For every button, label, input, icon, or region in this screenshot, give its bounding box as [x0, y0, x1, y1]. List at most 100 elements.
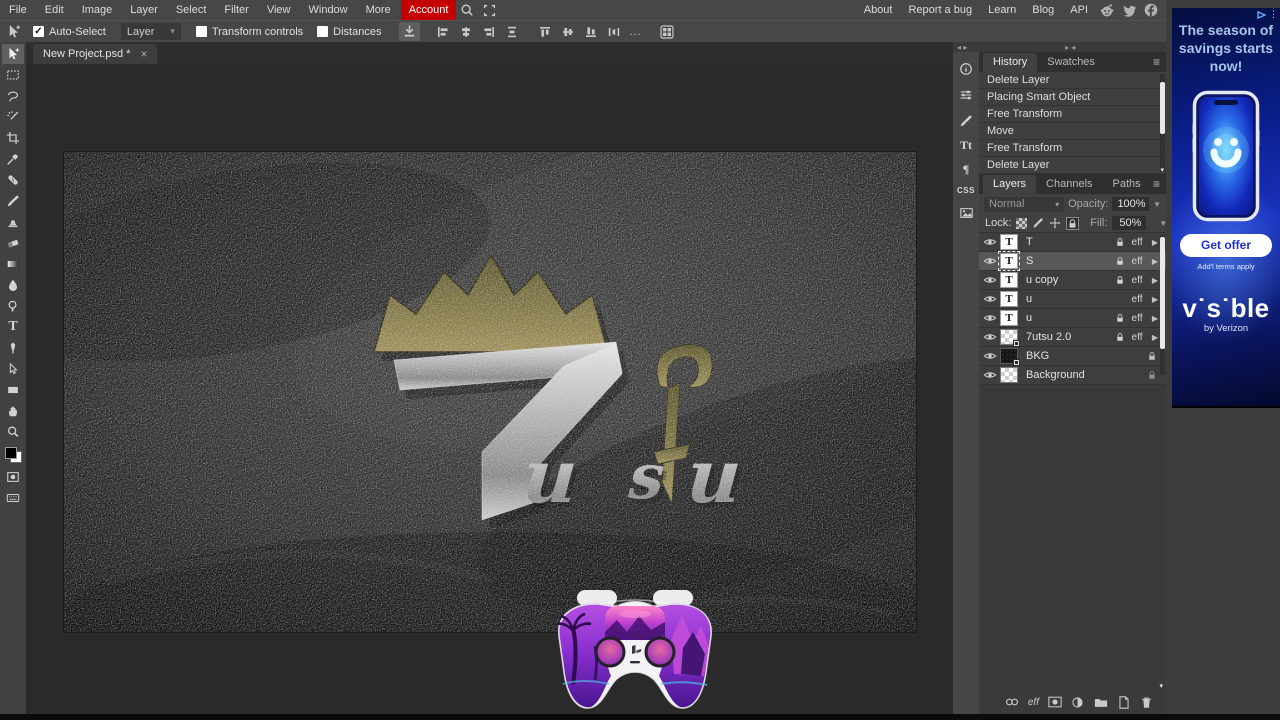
panel-menu-icon[interactable]: ≡ — [1153, 177, 1160, 191]
history-item[interactable]: Delete Layer — [979, 72, 1166, 89]
canvas-area[interactable]: u s u u s u — [26, 64, 953, 714]
tab-paths[interactable]: Paths — [1103, 175, 1151, 194]
reddit-icon[interactable] — [1096, 0, 1118, 20]
align-center-horizontal-icon[interactable] — [455, 22, 476, 41]
visibility-eye-icon[interactable] — [979, 292, 1000, 306]
link-about[interactable]: About — [856, 0, 901, 20]
link-api[interactable]: API — [1062, 0, 1096, 20]
info-icon[interactable] — [956, 60, 976, 77]
visibility-eye-icon[interactable] — [979, 311, 1000, 325]
blur-tool[interactable] — [2, 275, 24, 295]
expand-arrow-icon[interactable]: ▶ — [1147, 238, 1158, 247]
document-image[interactable]: u s u u s u — [64, 152, 916, 632]
zoom-tool[interactable] — [2, 422, 24, 442]
layer-lock-icon[interactable] — [1113, 313, 1127, 323]
layer-row[interactable]: 7utsu 2.0 eff ▶ — [979, 328, 1166, 347]
link-blog[interactable]: Blog — [1024, 0, 1062, 20]
delete-layer-icon[interactable] — [1139, 695, 1154, 709]
layer-row[interactable]: T T eff ▶ — [979, 233, 1166, 252]
distribute-vertical-icon[interactable] — [501, 22, 522, 41]
tab-history[interactable]: History — [983, 53, 1038, 72]
layer-lock-icon[interactable] — [1113, 237, 1127, 247]
adjustment-layer-icon[interactable] — [1070, 695, 1085, 709]
link-layers-icon[interactable] — [1005, 695, 1020, 709]
character-panel-icon[interactable]: Tt — [960, 138, 972, 153]
layer-name[interactable]: 7utsu 2.0 — [1026, 331, 1113, 343]
expand-arrow-icon[interactable]: ▶ — [1147, 314, 1158, 323]
layer-target-select[interactable]: Layer ▾ — [120, 23, 181, 40]
lock-position-icon[interactable] — [1049, 217, 1061, 230]
visibility-eye-icon[interactable] — [979, 330, 1000, 344]
distances-checkbox[interactable]: Distances — [317, 26, 381, 38]
layer-effects-label[interactable]: eff — [1127, 256, 1147, 267]
shape-tool[interactable] — [2, 380, 24, 400]
collapse-left-handle[interactable]: ◂ ▸ — [957, 43, 967, 52]
expand-arrow-icon[interactable]: ▶ — [1147, 333, 1158, 342]
text-layer-thumbnail[interactable]: T — [1000, 291, 1018, 307]
tab-swatches[interactable]: Swatches — [1037, 53, 1105, 72]
history-item[interactable]: Free Transform — [979, 106, 1166, 123]
layer-name[interactable]: u — [1026, 312, 1113, 324]
align-right-icon[interactable] — [478, 22, 499, 41]
lasso-tool[interactable] — [2, 86, 24, 106]
collapse-right-handle[interactable]: ▸ ◂ — [1065, 43, 1075, 52]
menu-select[interactable]: Select — [167, 0, 216, 20]
type-tool[interactable]: T — [2, 317, 24, 337]
layer-row[interactable]: T u copy eff ▶ — [979, 271, 1166, 290]
pen-tool[interactable] — [2, 338, 24, 358]
lock-all-icon[interactable] — [1066, 216, 1080, 230]
transform-controls-checkbox[interactable]: Transform controls — [195, 26, 303, 38]
close-icon[interactable]: × — [140, 48, 147, 60]
history-item[interactable]: Free Transform — [979, 140, 1166, 157]
menu-image[interactable]: Image — [73, 0, 122, 20]
menu-layer[interactable]: Layer — [121, 0, 167, 20]
tab-channels[interactable]: Channels — [1036, 175, 1102, 194]
canvas-workspace[interactable]: New Project.psd * × — [26, 42, 953, 714]
background-layer-thumbnail[interactable] — [1000, 367, 1018, 383]
layer-name[interactable]: BKG — [1026, 350, 1113, 362]
twitter-icon[interactable] — [1118, 0, 1140, 20]
rect-select-tool[interactable] — [2, 65, 24, 85]
layer-name[interactable]: u — [1026, 293, 1113, 305]
account-button[interactable]: Account — [400, 0, 457, 20]
layer-effects-label[interactable]: eff — [1127, 275, 1147, 286]
layer-row[interactable]: T u eff ▶ — [979, 309, 1166, 328]
dropdown-icon[interactable]: ▼ — [1153, 200, 1161, 209]
visibility-eye-icon[interactable] — [979, 273, 1000, 287]
brush-tool[interactable] — [2, 191, 24, 211]
dodge-tool[interactable] — [2, 296, 24, 316]
menu-file[interactable]: File — [0, 0, 36, 20]
link-learn[interactable]: Learn — [980, 0, 1024, 20]
scroll-down-icon[interactable]: ▾ — [1159, 682, 1163, 690]
visibility-eye-icon[interactable] — [979, 349, 1000, 363]
align-left-icon[interactable] — [432, 22, 453, 41]
spot-heal-tool[interactable] — [2, 170, 24, 190]
history-item[interactable]: Placing Smart Object — [979, 89, 1166, 106]
advertisement[interactable]: ⋮ The season of savings starts now! Get … — [1172, 8, 1280, 408]
keyboard-shortcuts-icon[interactable] — [2, 488, 24, 508]
magic-wand-tool[interactable] — [2, 107, 24, 127]
layer-row[interactable]: T u eff ▶ — [979, 290, 1166, 309]
search-icon[interactable] — [456, 0, 478, 20]
expand-arrow-icon[interactable]: ▶ — [1147, 276, 1158, 285]
blend-mode-select[interactable]: Normal ▾ — [984, 196, 1065, 212]
expand-arrow-icon[interactable]: ▶ — [1147, 295, 1158, 304]
layer-effects-label[interactable]: eff — [1127, 313, 1147, 324]
distribute-horizontal-icon[interactable] — [603, 22, 624, 41]
layer-row[interactable]: Background — [979, 366, 1166, 385]
tab-layers[interactable]: Layers — [983, 175, 1037, 194]
path-select-tool[interactable] — [2, 359, 24, 379]
quick-mask-toggle[interactable] — [2, 467, 24, 487]
more-options[interactable]: ... — [629, 26, 641, 38]
new-group-icon[interactable] — [1093, 695, 1108, 709]
visibility-eye-icon[interactable] — [979, 254, 1000, 268]
history-item[interactable]: Delete Layer — [979, 157, 1166, 174]
menu-more[interactable]: More — [357, 0, 400, 20]
layer-name[interactable]: T — [1026, 236, 1113, 248]
lock-transparency-icon[interactable] — [1016, 217, 1028, 230]
text-layer-thumbnail[interactable]: T — [1000, 310, 1018, 326]
new-layer-icon[interactable] — [1116, 695, 1131, 709]
scroll-down-icon[interactable]: ▾ — [1160, 166, 1164, 174]
ad-menu-kebab-icon[interactable]: ⋮ — [1269, 10, 1278, 19]
menu-edit[interactable]: Edit — [36, 0, 73, 20]
